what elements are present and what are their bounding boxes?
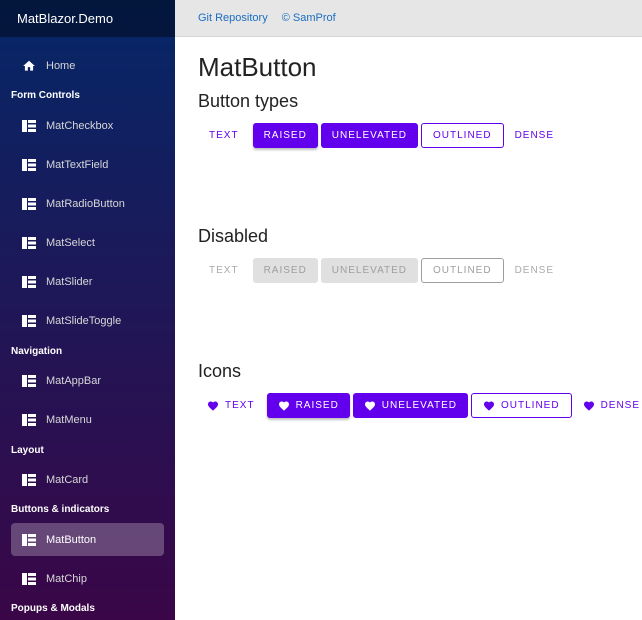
- button-label: RAISED: [295, 400, 339, 411]
- list-icon: [22, 314, 36, 328]
- nav-item-label: MatCheckbox: [46, 119, 114, 132]
- nav-item-matcard[interactable]: MatCard: [11, 463, 164, 496]
- list-icon: [22, 533, 36, 547]
- button-label: TEXT: [225, 400, 255, 411]
- nav-item-label: MatSelect: [46, 236, 95, 249]
- section-title-disabled: Disabled: [198, 226, 269, 246]
- text-icon-button[interactable]: TEXT: [198, 393, 264, 418]
- nav-item-matcheckbox[interactable]: MatCheckbox: [11, 109, 164, 142]
- dense-button-disabled: DENSE: [507, 260, 562, 282]
- section-layout: Layout: [11, 445, 44, 456]
- nav-item-label: MatButton: [46, 533, 97, 546]
- nav-item-label: MatCard: [46, 473, 89, 486]
- heart-icon: [208, 401, 218, 411]
- text-button-disabled: TEXT: [198, 258, 250, 283]
- list-icon: [22, 473, 36, 487]
- nav-item-label: MatMenu: [46, 413, 92, 426]
- unelevated-button-disabled: UNELEVATED: [320, 258, 418, 283]
- nav-item-matslider[interactable]: MatSlider: [11, 265, 164, 298]
- section-popups-modals: Popups & Modals: [11, 603, 95, 614]
- outlined-button-disabled: OUTLINED: [421, 258, 504, 283]
- samprof-link[interactable]: © SamProf: [282, 12, 336, 24]
- unelevated-icon-button[interactable]: UNELEVATED: [352, 393, 468, 418]
- list-icon: [22, 413, 36, 427]
- section-buttons-indicators: Buttons & indicators: [11, 504, 110, 515]
- section-title-button-types: Button types: [198, 91, 299, 111]
- section-title-icons: Icons: [198, 361, 242, 381]
- list-icon: [22, 572, 36, 586]
- list-icon: [22, 158, 36, 172]
- nav-item-label: Home: [46, 59, 76, 72]
- heart-icon: [278, 401, 289, 411]
- nav-item-mattextfield[interactable]: MatTextField: [11, 148, 164, 181]
- nav-item-matchip[interactable]: MatChip: [11, 562, 164, 595]
- unelevated-button[interactable]: UNELEVATED: [320, 123, 418, 148]
- top-bar: Git Repository © SamProf: [175, 0, 642, 37]
- dense-icon-button[interactable]: DENSE: [575, 395, 642, 417]
- nav-item-matselect[interactable]: MatSelect: [11, 226, 164, 259]
- nav-item-matmenu[interactable]: MatMenu: [11, 403, 164, 436]
- dense-button[interactable]: DENSE: [507, 125, 562, 147]
- button-label: UNELEVATED: [381, 400, 457, 411]
- nav-item-matbutton[interactable]: MatButton: [11, 523, 164, 556]
- outlined-icon-button[interactable]: OUTLINED: [471, 393, 572, 418]
- heart-icon: [583, 401, 594, 411]
- nav-item-home[interactable]: Home: [11, 49, 164, 82]
- list-icon: [22, 236, 36, 250]
- nav-item-matradiobutton[interactable]: MatRadioButton: [11, 187, 164, 220]
- nav-item-label: MatRadioButton: [46, 197, 125, 210]
- sidebar: MatBlazor.Demo Home Form Controls MatChe…: [0, 0, 175, 620]
- heart-icon: [364, 401, 375, 411]
- section-form-controls: Form Controls: [11, 90, 80, 101]
- app-brand[interactable]: MatBlazor.Demo: [0, 0, 175, 37]
- list-icon: [22, 275, 36, 289]
- raised-button[interactable]: RAISED: [252, 123, 318, 148]
- icon-buttons-row: TEXT RAISED UNELEVATED OUTLINED DENSE: [198, 393, 642, 418]
- nav-item-label: MatChip: [46, 572, 87, 585]
- home-icon: [22, 59, 36, 73]
- nav-item-matappbar[interactable]: MatAppBar: [11, 364, 164, 397]
- nav-item-label: MatTextField: [46, 158, 109, 171]
- raised-button-disabled: RAISED: [252, 258, 318, 283]
- button-types-row: TEXT RAISED UNELEVATED OUTLINED DENSE: [198, 123, 565, 148]
- nav-item-label: MatAppBar: [46, 374, 102, 387]
- nav-item-label: MatSlider: [46, 275, 93, 288]
- raised-icon-button[interactable]: RAISED: [266, 393, 350, 418]
- nav-item-label: MatSlideToggle: [46, 314, 122, 327]
- disabled-buttons-row: TEXT RAISED UNELEVATED OUTLINED DENSE: [198, 258, 565, 283]
- page-title: MatButton: [198, 52, 317, 82]
- nav-item-matslidetoggle[interactable]: MatSlideToggle: [11, 304, 164, 337]
- text-button[interactable]: TEXT: [198, 123, 250, 148]
- list-icon: [22, 119, 36, 133]
- list-icon: [22, 374, 36, 388]
- list-icon: [22, 197, 36, 211]
- button-label: OUTLINED: [501, 400, 560, 411]
- git-repository-link[interactable]: Git Repository: [198, 12, 268, 24]
- outlined-button[interactable]: OUTLINED: [421, 123, 504, 148]
- section-navigation: Navigation: [11, 346, 63, 357]
- heart-icon: [484, 401, 494, 411]
- button-label: DENSE: [600, 400, 641, 411]
